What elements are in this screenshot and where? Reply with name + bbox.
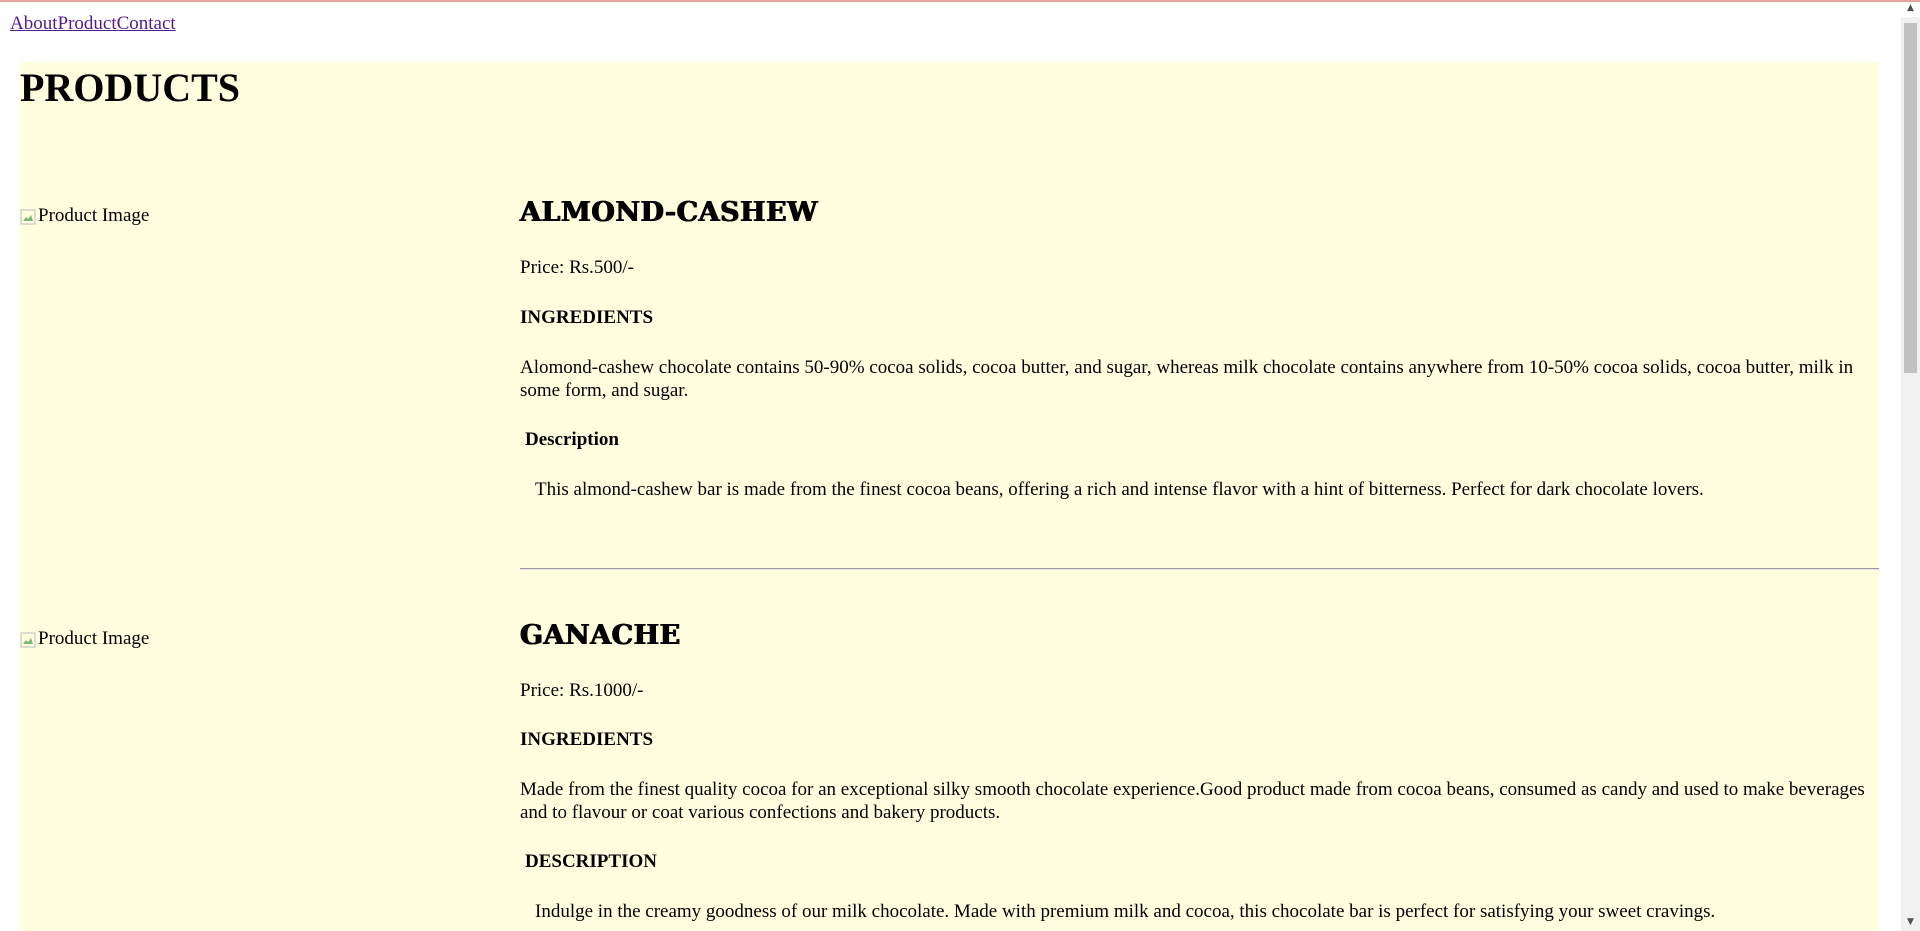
scroll-down-arrow-icon[interactable]: ▼ [1901,914,1920,931]
nav-link-about[interactable]: About [10,13,58,34]
vertical-scrollbar[interactable]: ▲ ▼ [1901,3,1920,931]
product-image-alt-text: Product Image [38,628,150,649]
product-image-alt-text: Product Image [38,205,150,226]
ingredients-text: Made from the finest quality cocoa for a… [520,779,1865,823]
broken-image-icon [20,208,36,225]
description-text: This almond-cashew bar is made from the … [535,479,1704,500]
product-image: Product Image [20,204,149,228]
nav-link-product[interactable]: Product [58,13,117,34]
product-divider [520,568,1879,570]
products-section: PRODUCTS Product Image ALMOND-CASHEW Pri… [20,62,1879,931]
top-nav: AboutProductContact [10,12,176,36]
product-image: Product Image [20,627,149,651]
page-title: PRODUCTS [20,65,241,110]
window-top-border [0,0,1920,2]
scroll-up-arrow-icon[interactable]: ▲ [1901,0,1920,17]
description-text: Indulge in the creamy goodness of our mi… [535,901,1716,922]
description-heading: Description [525,429,619,450]
product-price: Price: Rs.500/- [520,257,634,278]
description-heading: DESCRIPTION [525,851,657,872]
ingredients-heading: INGREDIENTS [520,729,654,750]
ingredients-heading: INGREDIENTS [520,307,654,328]
broken-image-icon [20,631,36,648]
product-name: ALMOND-CASHEW [520,197,818,228]
nav-link-contact[interactable]: Contact [117,13,176,34]
product-price: Price: Rs.1000/- [520,680,644,701]
scrollbar-thumb[interactable] [1904,23,1917,373]
product-name: GANACHE [520,620,681,651]
ingredients-text: Alomond-cashew chocolate contains 50-90%… [520,357,1854,401]
